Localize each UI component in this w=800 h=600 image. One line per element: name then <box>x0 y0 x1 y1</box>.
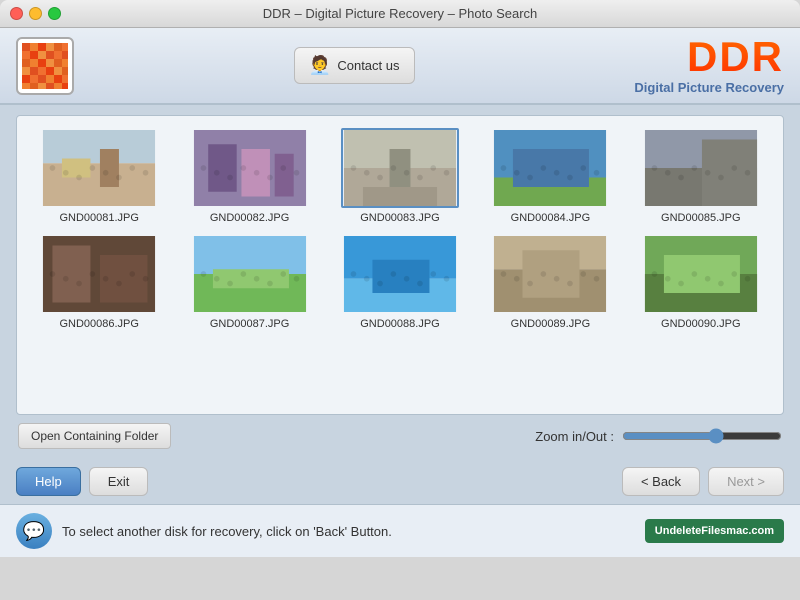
photo-thumbnail <box>40 128 158 208</box>
main-content: GND00081.JPG GND00082.JPG GND00083.JPG GND0… <box>0 105 800 459</box>
photo-label: GND00087.JPG <box>210 318 289 330</box>
photo-grid-container[interactable]: GND00081.JPG GND00082.JPG GND00083.JPG GND0… <box>16 115 784 415</box>
photo-thumbnail <box>191 128 309 208</box>
undelete-badge: UndeleteFilesmac.com <box>645 519 784 543</box>
photo-grid: GND00081.JPG GND00082.JPG GND00083.JPG GND0… <box>29 128 771 330</box>
exit-button[interactable]: Exit <box>89 467 149 496</box>
photo-item[interactable]: GND00089.JPG <box>480 234 620 330</box>
contact-label: Contact us <box>337 58 399 73</box>
photo-item[interactable]: GND00083.JPG <box>330 128 470 224</box>
photo-item[interactable]: GND00090.JPG <box>631 234 771 330</box>
photo-label: GND00081.JPG <box>59 212 138 224</box>
photo-item[interactable]: GND00088.JPG <box>330 234 470 330</box>
help-button[interactable]: Help <box>16 467 81 496</box>
photo-label: GND00088.JPG <box>360 318 439 330</box>
zoom-area: Zoom in/Out : <box>535 428 782 444</box>
zoom-slider[interactable] <box>622 428 782 444</box>
header: 🧑‍💼 Contact us DDR Digital Picture Recov… <box>0 28 800 105</box>
nav-right: < Back Next > <box>622 467 784 496</box>
minimize-button[interactable] <box>29 7 42 20</box>
logo-icon <box>22 43 68 89</box>
photo-thumbnail <box>642 234 760 314</box>
close-button[interactable] <box>10 7 23 20</box>
photo-thumbnail <box>191 234 309 314</box>
photo-item[interactable]: GND00085.JPG <box>631 128 771 224</box>
photo-label: GND00083.JPG <box>360 212 439 224</box>
photo-item[interactable]: GND00086.JPG <box>29 234 169 330</box>
photo-item[interactable]: GND00082.JPG <box>179 128 319 224</box>
brand-area: DDR Digital Picture Recovery <box>634 36 784 95</box>
photo-thumbnail <box>341 128 459 208</box>
info-icon: 💬 <box>16 513 52 549</box>
photo-thumbnail <box>40 234 158 314</box>
contact-icon: 🧑‍💼 <box>309 55 331 76</box>
title-bar: DDR – Digital Picture Recovery – Photo S… <box>0 0 800 28</box>
window-title: DDR – Digital Picture Recovery – Photo S… <box>263 6 538 21</box>
photo-label: GND00090.JPG <box>661 318 740 330</box>
open-folder-button[interactable]: Open Containing Folder <box>18 423 171 449</box>
logo-box <box>16 37 74 95</box>
photo-item[interactable]: GND00081.JPG <box>29 128 169 224</box>
contact-button[interactable]: 🧑‍💼 Contact us <box>294 47 415 84</box>
info-bar: 💬 To select another disk for recovery, c… <box>0 504 800 557</box>
window-controls <box>10 7 61 20</box>
bottom-nav: Help Exit < Back Next > <box>0 459 800 504</box>
info-left: 💬 To select another disk for recovery, c… <box>16 513 392 549</box>
brand-subtitle: Digital Picture Recovery <box>634 80 784 95</box>
controls-bar: Open Containing Folder Zoom in/Out : <box>16 423 784 449</box>
photo-label: GND00086.JPG <box>59 318 138 330</box>
photo-label: GND00082.JPG <box>210 212 289 224</box>
photo-thumbnail <box>491 234 609 314</box>
brand-ddr: DDR <box>634 36 784 78</box>
nav-left: Help Exit <box>16 467 148 496</box>
photo-label: GND00084.JPG <box>511 212 590 224</box>
next-button[interactable]: Next > <box>708 467 784 496</box>
back-button[interactable]: < Back <box>622 467 700 496</box>
info-message: To select another disk for recovery, cli… <box>62 524 392 539</box>
maximize-button[interactable] <box>48 7 61 20</box>
photo-item[interactable]: GND00087.JPG <box>179 234 319 330</box>
photo-item[interactable]: GND00084.JPG <box>480 128 620 224</box>
zoom-label: Zoom in/Out : <box>535 429 614 444</box>
photo-label: GND00085.JPG <box>661 212 740 224</box>
photo-label: GND00089.JPG <box>511 318 590 330</box>
photo-thumbnail <box>642 128 760 208</box>
photo-thumbnail <box>341 234 459 314</box>
photo-thumbnail <box>491 128 609 208</box>
